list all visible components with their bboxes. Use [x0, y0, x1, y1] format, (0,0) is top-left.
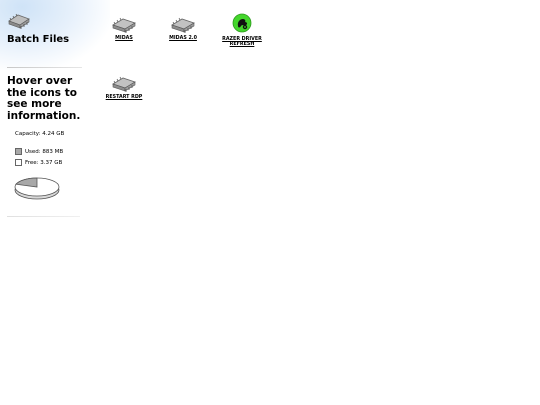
chip-icon	[161, 14, 205, 34]
folder-chip-icon	[7, 10, 31, 30]
capacity-text: Capacity: 4.24 GB	[15, 131, 65, 137]
file-label[interactable]: MIDAS	[102, 36, 146, 41]
file-label[interactable]: RESTART RDP	[102, 95, 146, 100]
chip-icon	[102, 73, 146, 93]
free-text: Free: 3.37 GB	[25, 160, 63, 166]
file-label[interactable]: RAZER DRIVER REFRESH	[220, 37, 264, 47]
free-swatch	[15, 159, 22, 166]
file-item-restart-rdp[interactable]: RESTART RDP	[102, 73, 146, 100]
used-text: Used: 883 MB	[25, 149, 64, 155]
file-item-midas[interactable]: MIDAS	[102, 14, 146, 41]
hover-instructions: Hover over the icons to see more informa…	[7, 75, 81, 122]
chip-icon	[102, 14, 146, 34]
used-swatch	[15, 148, 22, 155]
divider	[7, 67, 82, 68]
razer-logo-icon	[220, 13, 264, 35]
folder-title: Batch Files	[7, 34, 70, 45]
used-legend: Used: 883 MB	[15, 148, 63, 155]
sidebar: Batch Files Hover over the icons to see …	[0, 0, 110, 405]
file-item-midas-2[interactable]: MIDAS 2.0	[161, 14, 205, 41]
file-label[interactable]: MIDAS 2.0	[161, 36, 205, 41]
free-legend: Free: 3.37 GB	[15, 159, 62, 166]
file-item-razer-driver-refresh[interactable]: RAZER DRIVER REFRESH	[220, 13, 264, 47]
disk-usage-pie	[14, 177, 60, 200]
divider	[7, 216, 80, 217]
